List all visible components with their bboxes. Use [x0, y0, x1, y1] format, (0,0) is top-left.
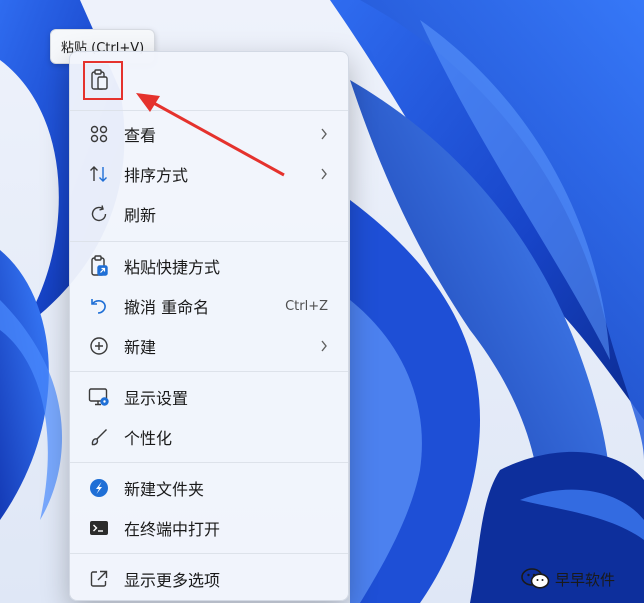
watermark: 早早软件	[521, 567, 615, 591]
menu-item-label: 新建	[124, 338, 157, 357]
chevron-right-icon	[320, 339, 330, 353]
menu-item-terminal[interactable]: 在终端中打开	[70, 510, 348, 546]
refresh-icon	[88, 203, 110, 225]
expand-icon	[88, 568, 110, 590]
menu-item-label: 撤消 重命名	[124, 298, 210, 317]
menu-item-sort[interactable]: 排序方式	[70, 156, 348, 192]
annotation-highlight-box	[83, 61, 123, 100]
terminal-icon	[88, 517, 110, 539]
sort-arrows-icon	[88, 163, 110, 185]
chevron-right-icon	[320, 167, 330, 181]
menu-item-new[interactable]: 新建	[70, 328, 348, 364]
menu-item-undo-rename[interactable]: 撤消 重命名 Ctrl+Z	[70, 288, 348, 324]
menu-item-label: 显示更多选项	[124, 571, 221, 590]
menu-separator	[70, 553, 348, 554]
menu-separator	[70, 241, 348, 242]
menu-item-label: 显示设置	[124, 389, 189, 408]
menu-item-view[interactable]: 查看	[70, 116, 348, 152]
menu-item-label: 刷新	[124, 206, 157, 225]
compass-icon	[88, 477, 110, 499]
menu-item-new-folder[interactable]: 新建文件夹	[70, 470, 348, 506]
menu-separator	[70, 371, 348, 372]
desktop-context-menu: 查看 排序方式 刷新 粘贴快捷方式 撤消 重命名 Ctrl+Z 新建 显示设置 …	[69, 51, 349, 601]
menu-item-label: 查看	[124, 126, 157, 145]
brush-icon	[88, 426, 110, 448]
shortcut-hint: Ctrl+Z	[285, 298, 328, 314]
menu-item-label: 新建文件夹	[124, 480, 205, 499]
paste-shortcut-icon	[88, 255, 110, 277]
watermark-text: 早早软件	[555, 570, 616, 589]
grid-icon	[88, 123, 110, 145]
menu-item-paste-shortcut[interactable]: 粘贴快捷方式	[70, 248, 348, 284]
plus-circle-icon	[88, 335, 110, 357]
menu-separator	[70, 462, 348, 463]
menu-item-label: 粘贴快捷方式	[124, 258, 221, 277]
chevron-right-icon	[320, 127, 330, 141]
menu-item-refresh[interactable]: 刷新	[70, 196, 348, 232]
monitor-settings-icon	[88, 386, 110, 408]
menu-item-label: 个性化	[124, 429, 173, 448]
undo-icon	[88, 295, 110, 317]
menu-item-more-options[interactable]: 显示更多选项	[70, 561, 348, 597]
menu-item-label: 排序方式	[124, 166, 189, 185]
menu-item-personalize[interactable]: 个性化	[70, 419, 348, 455]
menu-separator	[70, 110, 348, 111]
menu-item-label: 在终端中打开	[124, 520, 221, 539]
menu-item-display-settings[interactable]: 显示设置	[70, 379, 348, 415]
wechat-icon	[521, 567, 551, 591]
